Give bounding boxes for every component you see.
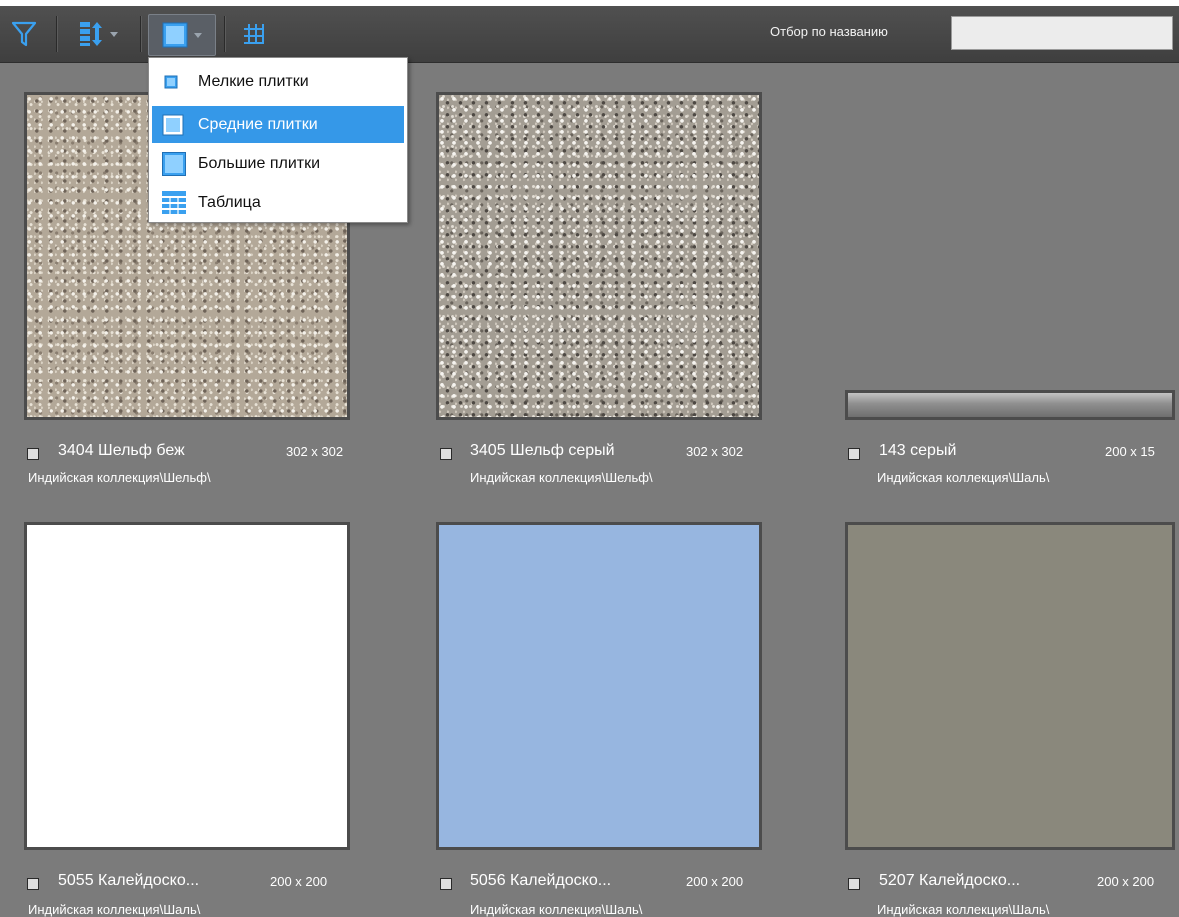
tile-checkbox[interactable] xyxy=(27,878,39,890)
tile-checkbox[interactable] xyxy=(440,448,452,460)
toolbar-separator xyxy=(140,16,142,52)
toolbar-separator xyxy=(56,16,58,52)
tile-thumbnail[interactable] xyxy=(436,92,762,420)
tile-thumbnail[interactable] xyxy=(436,522,762,850)
tile-collection: Индийская коллекция\Шаль\ xyxy=(470,902,643,917)
tile-name: 3404 Шельф беж xyxy=(58,442,185,459)
sort-icon xyxy=(80,22,102,46)
menu-item-label: Большие плитки xyxy=(198,154,321,172)
tile-size: 200 x 200 xyxy=(1097,874,1155,889)
tile-thumbnail[interactable] xyxy=(845,390,1175,420)
toolbar-separator xyxy=(224,16,226,52)
tile-checkbox[interactable] xyxy=(27,448,39,460)
filter-input[interactable] xyxy=(951,16,1173,50)
menu-item-label: Мелкие плитки xyxy=(198,72,309,90)
menu-item-large-tiles[interactable]: Большие плитки xyxy=(152,145,404,182)
tile-item[interactable]: 5207 Калейдоско... 200 x 200 Индийская к… xyxy=(845,522,1179,917)
tile-item[interactable]: 5056 Калейдоско... 200 x 200 Индийская к… xyxy=(436,522,770,917)
tile-size: 200 x 15 xyxy=(1105,444,1155,459)
tile-name: 5207 Калейдоско... xyxy=(879,872,1021,889)
medium-tiles-icon xyxy=(162,114,184,136)
tile-name: 5056 Калейдоско... xyxy=(470,872,612,889)
grid-button[interactable] xyxy=(234,14,274,54)
table-icon xyxy=(162,190,186,215)
tile-browser: Отбор по названию 3404 Шельф беж 302 x 3… xyxy=(0,6,1179,917)
menu-item-small-tiles[interactable]: Мелкие плитки xyxy=(152,63,404,100)
large-tiles-icon xyxy=(162,151,186,176)
sort-button[interactable] xyxy=(66,14,130,54)
view-mode-icon xyxy=(162,22,188,48)
menu-item-label: Таблица xyxy=(198,193,261,211)
tile-checkbox[interactable] xyxy=(848,448,860,460)
menu-item-table[interactable]: Таблица xyxy=(152,184,404,221)
filter-button[interactable] xyxy=(6,14,42,54)
toolbar: Отбор по названию xyxy=(0,6,1179,63)
tile-thumbnail[interactable] xyxy=(24,522,350,850)
tile-checkbox[interactable] xyxy=(848,878,860,890)
menu-item-medium-tiles[interactable]: Средние плитки xyxy=(152,106,404,143)
small-tiles-icon xyxy=(162,73,180,91)
tile-size: 200 x 200 xyxy=(686,874,744,889)
chevron-down-icon xyxy=(194,32,202,38)
chevron-down-icon xyxy=(110,31,118,37)
tile-name: 3405 Шельф серый xyxy=(470,442,615,459)
menu-item-label: Средние плитки xyxy=(198,115,318,133)
tile-collection: Индийская коллекция\Шаль\ xyxy=(877,902,1050,917)
view-mode-menu: Мелкие плитки Средние плитки Большие пли… xyxy=(148,57,408,223)
tile-collection: Индийская коллекция\Шаль\ xyxy=(877,470,1050,485)
tile-name: 5055 Калейдоско... xyxy=(58,872,200,889)
tile-item[interactable]: 3405 Шельф серый 302 x 302 Индийская кол… xyxy=(436,92,770,485)
tile-collection: Индийская коллекция\Шельф\ xyxy=(28,470,211,485)
view-mode-button[interactable] xyxy=(148,14,216,56)
filter-icon xyxy=(12,21,36,47)
tile-name: 143 серый xyxy=(879,442,957,459)
tile-size: 302 x 302 xyxy=(686,444,744,459)
tile-item[interactable]: 143 серый 200 x 15 Индийская коллекция\Ш… xyxy=(845,92,1179,485)
tile-checkbox[interactable] xyxy=(440,878,452,890)
tile-item[interactable]: 5055 Калейдоско... 200 x 200 Индийская к… xyxy=(24,522,358,917)
tile-collection: Индийская коллекция\Шаль\ xyxy=(28,902,201,917)
grid-icon xyxy=(244,24,264,44)
tile-thumbnail[interactable] xyxy=(845,522,1175,850)
tile-size: 302 x 302 xyxy=(286,444,344,459)
tile-size: 200 x 200 xyxy=(270,874,328,889)
filter-label: Отбор по названию xyxy=(770,24,888,39)
tile-collection: Индийская коллекция\Шельф\ xyxy=(470,470,653,485)
